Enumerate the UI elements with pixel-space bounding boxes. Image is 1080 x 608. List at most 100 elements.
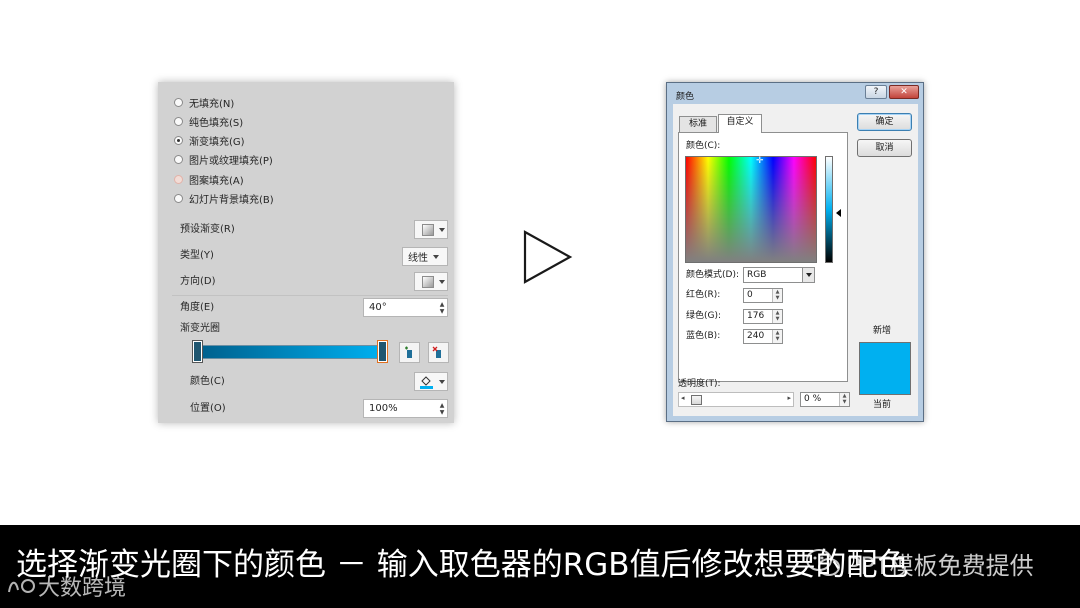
color-model-label: 颜色模式(D): [686, 270, 739, 280]
chevron-down-icon [439, 279, 445, 284]
gradient-swatch-icon [422, 223, 434, 236]
new-color-swatch [859, 342, 911, 395]
wechat-watermark-text: PPT模板免费提供 [846, 551, 1034, 580]
corner-watermark-text: 大数跨境 [38, 576, 127, 601]
color-model-value: RGB [747, 270, 767, 280]
fill-option-label: 图片或纹理填充(P) [189, 155, 273, 167]
fill-option-label: 无填充(N) [189, 98, 235, 110]
radio-picture[interactable] [174, 154, 183, 164]
color-dropdown[interactable] [414, 372, 448, 391]
luminance-pointer-icon[interactable] [836, 209, 841, 217]
color-label: 颜色(C) [190, 376, 225, 387]
type-label: 类型(Y) [180, 250, 214, 261]
gradient-stops-bar[interactable] [197, 345, 383, 359]
transparency-slider-thumb[interactable] [691, 395, 702, 405]
spinner-arrows-icon[interactable]: ▲ ▼ [839, 393, 849, 406]
spinner-arrows-icon[interactable]: ▲ ▼ [772, 289, 782, 302]
radio-none[interactable] [174, 97, 183, 107]
transparency-input[interactable]: 0 % ▲ ▼ [800, 392, 850, 407]
type-dropdown[interactable]: 线性 [402, 247, 448, 266]
remove-stop-icon [432, 346, 441, 358]
dialog-body: 标准 自定义 颜色(C): ✛ 颜色模式(D): RGB 红色(R): 0 ▲ … [673, 104, 918, 416]
slider-left-arrow-icon[interactable]: ◂ [681, 394, 685, 402]
fill-option-pattern[interactable]: 图案填充(A) [174, 172, 244, 187]
gradient-stop-start[interactable] [192, 340, 203, 363]
fill-option-label: 纯色填充(S) [189, 117, 244, 129]
green-input[interactable]: 176 ▲ ▼ [743, 309, 783, 324]
colors-label: 颜色(C): [686, 141, 721, 151]
luminance-slider[interactable] [825, 156, 833, 263]
fill-option-solid[interactable]: 纯色填充(S) [174, 114, 244, 129]
fill-option-label: 渐变填充(G) [189, 136, 245, 148]
chevron-down-icon [433, 254, 439, 259]
radio-pattern[interactable] [174, 174, 183, 184]
current-color-label: 当前 [873, 400, 892, 410]
add-stop-icon [405, 346, 412, 358]
crosshair-icon[interactable]: ✛ [756, 157, 764, 166]
chevron-down-icon [439, 227, 445, 232]
radio-gradient[interactable] [174, 135, 183, 145]
spinner-arrows-icon[interactable]: ▲ ▼ [772, 330, 782, 343]
wechat-watermark: PPT模板免费提供 [806, 543, 1034, 583]
type-value: 线性 [408, 253, 428, 264]
new-color-label: 新增 [873, 326, 892, 336]
color-spectrum[interactable]: ✛ [685, 156, 817, 263]
direction-label: 方向(D) [180, 276, 216, 287]
red-label: 红色(R): [686, 290, 721, 300]
red-input[interactable]: 0 ▲ ▼ [743, 288, 783, 303]
angle-value: 40° [369, 302, 387, 313]
help-button[interactable]: ? [865, 85, 887, 99]
tab-standard[interactable]: 标准 [679, 116, 717, 132]
paint-bucket-icon [420, 375, 433, 389]
close-button[interactable]: ✕ [889, 85, 919, 99]
color-dialog: 颜色 ? ✕ 标准 自定义 颜色(C): ✛ 颜色模式(D): RGB 红色(R… [666, 82, 924, 422]
radio-solid[interactable] [174, 116, 183, 126]
fill-option-picture[interactable]: 图片或纹理填充(P) [174, 152, 273, 167]
spinner-arrows-icon[interactable]: ▲ ▼ [439, 301, 445, 315]
fill-option-label: 幻灯片背景填充(B) [189, 194, 274, 206]
brand-logo-icon [8, 579, 35, 593]
transparency-value: 0 % [804, 394, 822, 404]
fill-option-none[interactable]: 无填充(N) [174, 95, 235, 110]
transparency-label: 透明度(T): [678, 379, 721, 389]
angle-spinner[interactable]: 40° ▲ ▼ [363, 298, 448, 317]
chevron-down-icon[interactable] [802, 268, 814, 282]
slider-right-arrow-icon[interactable]: ▸ [787, 394, 791, 402]
fill-option-slide-background[interactable]: 幻灯片背景填充(B) [174, 191, 274, 206]
direction-dropdown[interactable] [414, 272, 448, 291]
next-step-arrow-icon [523, 230, 573, 284]
corner-watermark: 大数跨境 [6, 570, 126, 602]
gradient-stop-end[interactable] [377, 340, 388, 363]
gradient-stops-label: 渐变光圈 [180, 323, 220, 334]
green-value: 176 [747, 311, 765, 321]
fill-option-label: 图案填充(A) [189, 175, 244, 187]
direction-swatch-icon [422, 275, 434, 288]
green-label: 绿色(G): [686, 311, 722, 321]
fill-panel: 无填充(N) 纯色填充(S) 渐变填充(G) 图片或纹理填充(P) 图案填充(A… [158, 82, 454, 423]
cancel-button[interactable]: 取消 [857, 139, 912, 157]
custom-tab-page: 颜色(C): ✛ 颜色模式(D): RGB 红色(R): 0 ▲ ▼ 绿色(G)… [678, 132, 848, 382]
angle-label: 角度(E) [180, 302, 215, 313]
position-value: 100% [369, 403, 398, 414]
blue-label: 蓝色(B): [686, 331, 721, 341]
red-value: 0 [747, 290, 753, 300]
dialog-title: 颜色 [676, 92, 695, 102]
remove-gradient-stop-button[interactable] [428, 342, 449, 363]
preset-gradient-label: 预设渐变(R) [180, 224, 235, 235]
position-spinner[interactable]: 100% ▲ ▼ [363, 399, 448, 418]
divider [172, 295, 448, 296]
preset-gradient-dropdown[interactable] [414, 220, 448, 239]
add-gradient-stop-button[interactable] [399, 342, 420, 363]
saturation-gradient [686, 157, 816, 262]
slide: 无填充(N) 纯色填充(S) 渐变填充(G) 图片或纹理填充(P) 图案填充(A… [0, 0, 1080, 608]
spinner-arrows-icon[interactable]: ▲ ▼ [439, 402, 445, 416]
blue-input[interactable]: 240 ▲ ▼ [743, 329, 783, 344]
ok-button[interactable]: 确定 [857, 113, 912, 131]
radio-slide-background[interactable] [174, 193, 183, 203]
wechat-logo-icon [806, 549, 840, 576]
tab-custom[interactable]: 自定义 [718, 114, 762, 133]
spinner-arrows-icon[interactable]: ▲ ▼ [772, 310, 782, 323]
fill-option-gradient[interactable]: 渐变填充(G) [174, 133, 245, 148]
color-model-select[interactable]: RGB [743, 267, 815, 283]
chevron-down-icon [439, 379, 445, 384]
